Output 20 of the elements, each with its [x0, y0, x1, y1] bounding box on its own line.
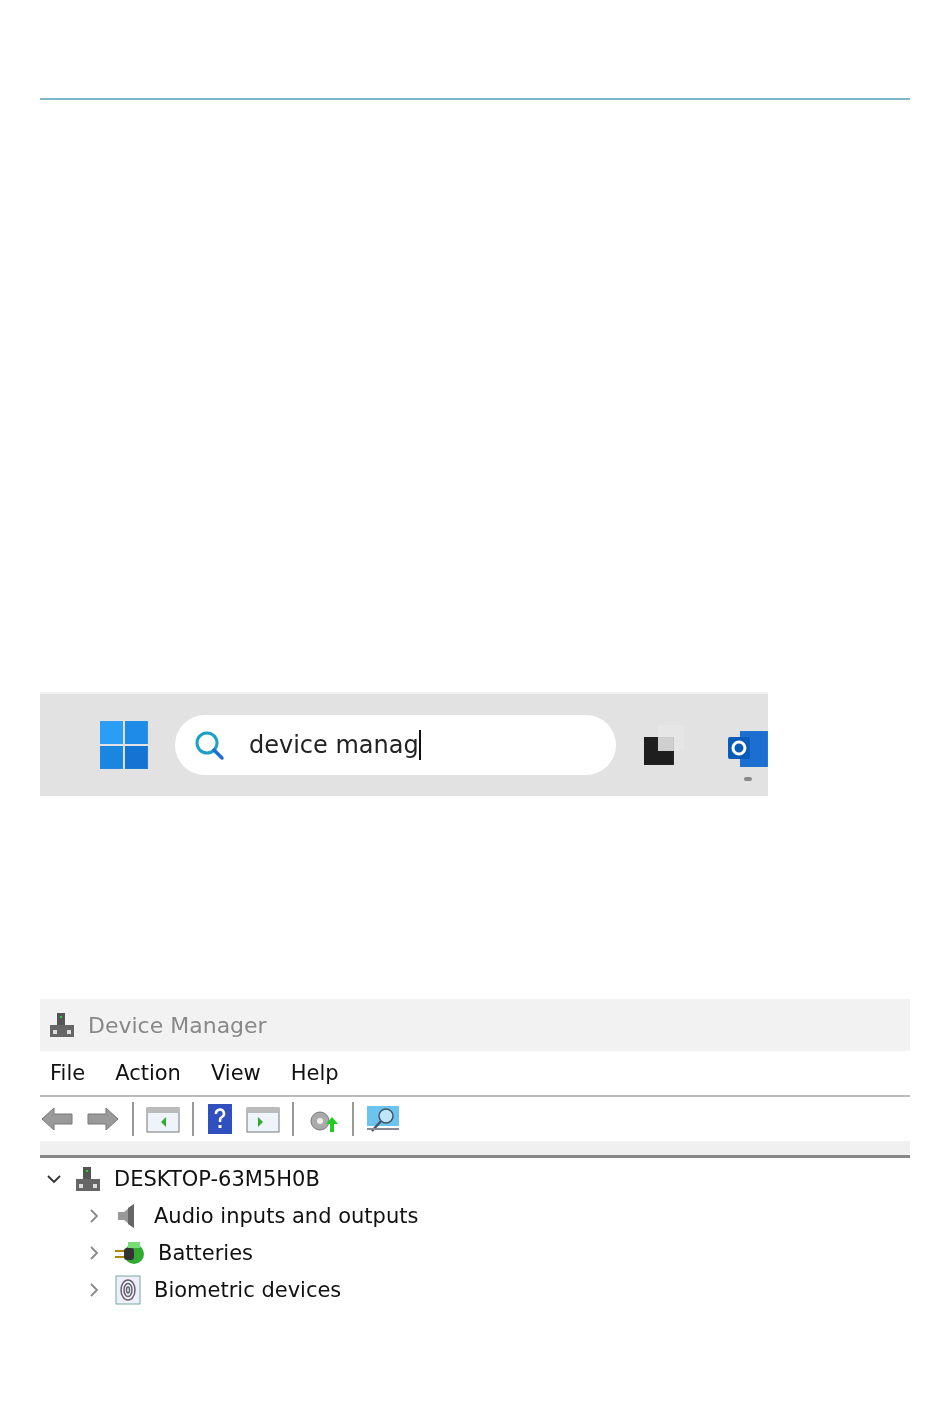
pane-icon[interactable]: [146, 1105, 180, 1133]
menu-item[interactable]: Help: [290, 1061, 339, 1085]
search-field[interactable]: device manag: [174, 715, 617, 775]
computer-icon: [74, 1164, 102, 1193]
forward-icon[interactable]: [86, 1105, 120, 1133]
menu-item[interactable]: View: [210, 1061, 261, 1085]
tree-item[interactable]: DESKTOP-63M5H0B: [114, 1166, 320, 1191]
menu-item[interactable]: Action: [115, 1061, 181, 1085]
menu-item[interactable]: File: [50, 1061, 86, 1085]
window-title: Device Manager: [88, 1012, 267, 1038]
tree-item[interactable]: Batteries: [158, 1240, 253, 1265]
computer-icon: [48, 1011, 76, 1039]
tree-item[interactable]: Audio inputs and outputs: [154, 1203, 419, 1228]
monitor-search-icon[interactable]: [366, 1104, 402, 1134]
tree-item[interactable]: Biometric devices: [154, 1277, 342, 1302]
help-icon[interactable]: [206, 1103, 234, 1135]
back-icon[interactable]: [40, 1105, 74, 1133]
fingerprint-icon: [114, 1274, 142, 1305]
start-icon[interactable]: [100, 721, 148, 769]
pane-icon[interactable]: [246, 1105, 280, 1133]
